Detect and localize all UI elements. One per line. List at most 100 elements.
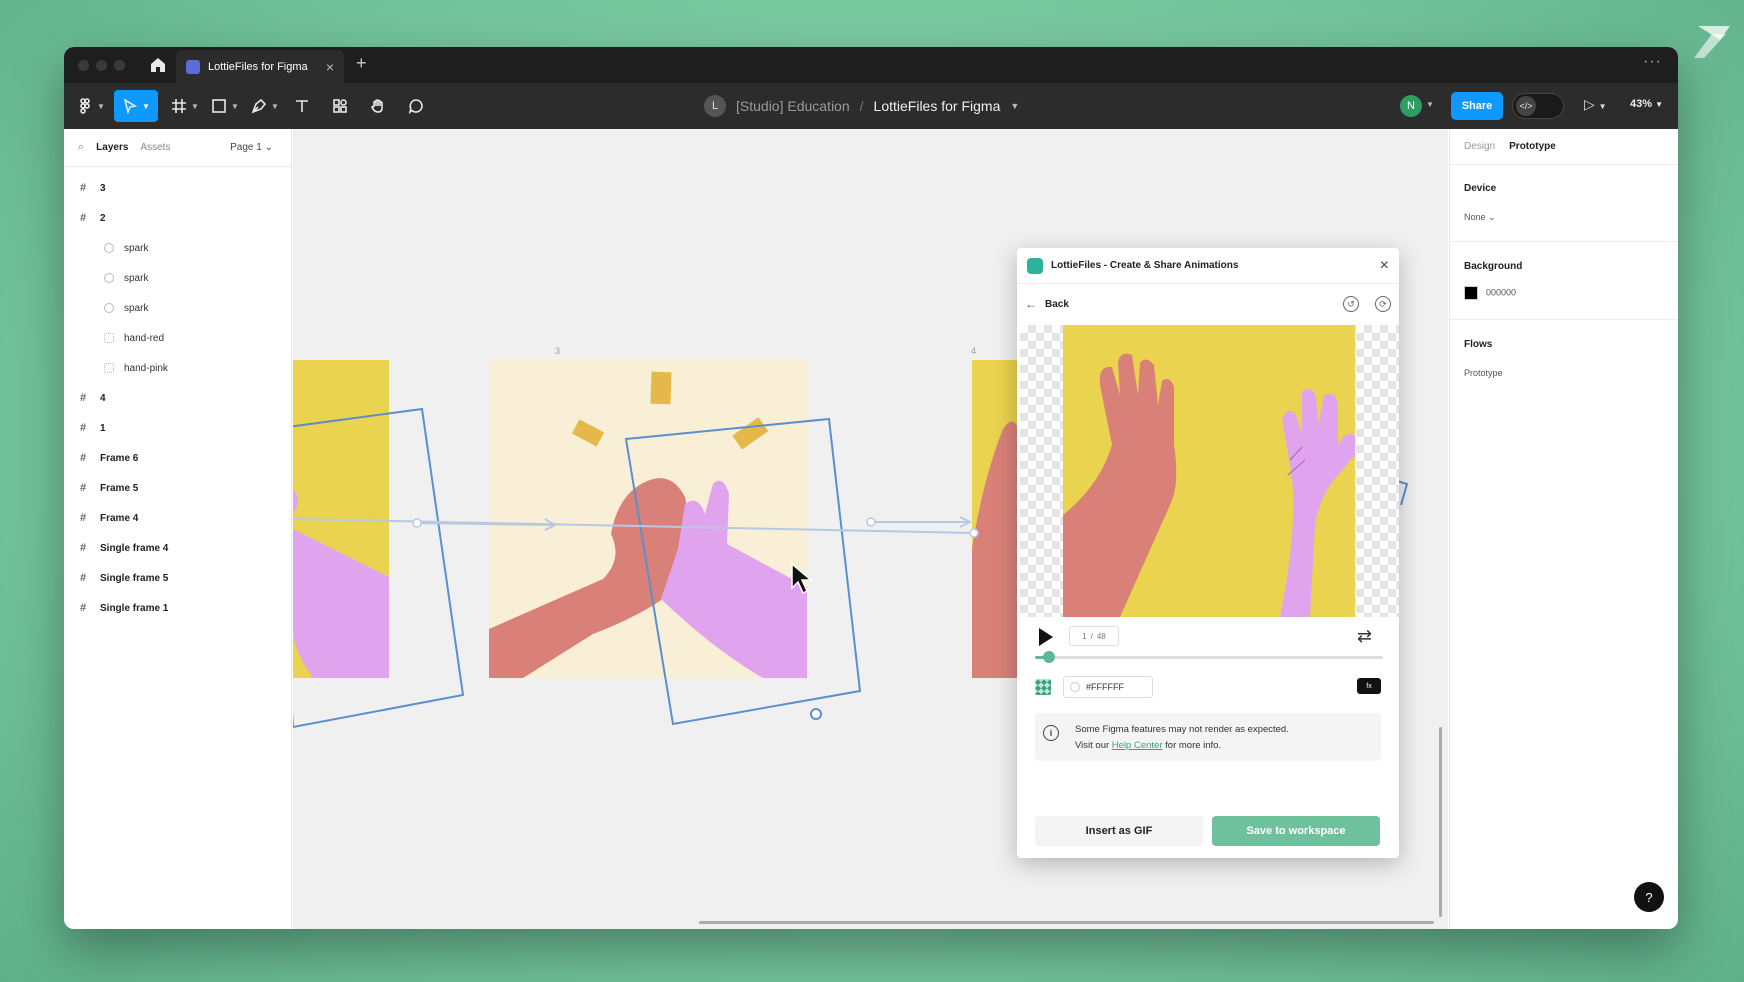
share-button[interactable]: Share [1451, 92, 1503, 120]
chevron-down-icon[interactable]: ▼ [1426, 100, 1434, 109]
breadcrumb: L [Studio] Education / LottieFiles for F… [704, 83, 1019, 129]
layer-label: spark [124, 272, 149, 284]
resources-tool-button[interactable] [328, 90, 352, 122]
connection-node[interactable] [969, 528, 979, 538]
color-dot [1070, 682, 1080, 692]
vector-layer-icon [104, 303, 114, 313]
zoom-value: 43% [1630, 98, 1653, 110]
color-swatch[interactable] [1464, 286, 1478, 300]
layer-row[interactable]: # Frame 4 [64, 503, 292, 533]
vertical-scrollbar[interactable] [1439, 727, 1442, 917]
code-icon: </> [1516, 96, 1536, 116]
frame-counter[interactable]: 1 / 48 [1069, 626, 1119, 646]
maximize-window-button[interactable] [114, 60, 125, 71]
layer-row[interactable]: hand-pink [64, 353, 292, 383]
background-color-input[interactable]: #FFFFFF [1063, 676, 1153, 698]
effects-button[interactable]: fx [1357, 678, 1381, 694]
loop-icon[interactable]: ⇄ [1357, 626, 1372, 647]
layer-row[interactable]: # Single frame 4 [64, 533, 292, 563]
history-icon[interactable]: ↺ [1343, 296, 1359, 312]
chevron-down-icon[interactable]: ▼ [1010, 101, 1019, 111]
shape-tool-button[interactable]: ▼ [208, 90, 242, 122]
layers-panel-header: ⌕ Layers Assets Page 1 ⌄ [64, 129, 291, 167]
insert-as-gif-button[interactable]: Insert as GIF [1035, 816, 1203, 846]
help-button[interactable]: ? [1634, 882, 1664, 912]
timeline-slider-handle[interactable] [1042, 651, 1055, 663]
tab-prototype[interactable]: Prototype [1509, 141, 1556, 152]
timeline-slider-track[interactable] [1035, 656, 1383, 659]
cursor-arrow-icon [123, 98, 138, 114]
text-tool-button[interactable] [290, 90, 314, 122]
layer-row[interactable]: #1 [64, 413, 292, 443]
layer-row[interactable]: hand-red [64, 323, 292, 353]
horizontal-scrollbar[interactable] [699, 921, 1434, 924]
frame-icon: # [80, 212, 87, 224]
team-avatar: L [704, 95, 726, 117]
rotation-handle[interactable] [810, 708, 822, 720]
connection-node[interactable] [412, 518, 422, 528]
main-menu-button[interactable]: ▼ [74, 90, 108, 122]
frame-4-partial[interactable] [972, 360, 1018, 678]
pen-tool-button[interactable]: ▼ [248, 90, 282, 122]
frame-icon: # [80, 452, 87, 464]
minimize-window-button[interactable] [96, 60, 107, 71]
background-hex[interactable]: 000000 [1486, 287, 1516, 297]
layer-row[interactable]: spark [64, 233, 292, 263]
page-selector[interactable]: Page 1 ⌄ [230, 142, 273, 153]
layers-panel: ⌕ Layers Assets Page 1 ⌄ #3 #2 spark spark s… [64, 129, 292, 929]
frame-current[interactable]: 1 [1082, 632, 1086, 641]
user-avatar[interactable]: N [1400, 95, 1422, 117]
layer-row[interactable]: # Single frame 1 [64, 593, 292, 623]
layer-row[interactable]: # Frame 5 [64, 473, 292, 503]
help-center-link[interactable]: Help Center [1112, 740, 1163, 751]
transparent-bg-toggle-icon[interactable] [1035, 679, 1051, 695]
tab-assets[interactable]: Assets [140, 142, 170, 153]
play-icon[interactable] [1039, 628, 1053, 646]
flow-item[interactable]: Prototype [1464, 368, 1503, 378]
back-arrow-icon[interactable]: ← [1025, 297, 1037, 311]
layer-row[interactable]: # Single frame 5 [64, 563, 292, 593]
layer-row[interactable]: # Frame 6 [64, 443, 292, 473]
frame-separator: / [1090, 631, 1093, 641]
comment-tool-button[interactable] [404, 90, 428, 122]
flows-section: Flows Prototype [1464, 339, 1503, 378]
hand-tool-button[interactable] [366, 90, 390, 122]
layer-row[interactable]: spark [64, 293, 292, 323]
present-play-icon[interactable]: ▷ ▼ [1584, 96, 1607, 113]
main-toolbar: ▼ ▼ ▼ ▼ ▼ L [Studio] Education / LottieF… [64, 83, 1678, 129]
frame-tool-button[interactable]: ▼ [168, 90, 202, 122]
back-button[interactable]: Back [1045, 299, 1327, 310]
connection-node[interactable] [866, 517, 876, 527]
move-tool-button[interactable]: ▼ [114, 90, 158, 122]
components-icon [333, 99, 347, 113]
more-options-icon[interactable]: ··· [1643, 53, 1662, 71]
frame-label[interactable]: 4 [971, 346, 976, 356]
home-icon[interactable] [148, 55, 168, 75]
close-window-button[interactable] [78, 60, 89, 71]
close-icon[interactable]: × [1380, 257, 1389, 275]
file-tab[interactable]: LottieFiles for Figma × [176, 50, 344, 83]
dev-mode-toggle[interactable]: </> [1512, 93, 1564, 119]
breadcrumb-file-name[interactable]: LottieFiles for Figma [874, 98, 1001, 114]
background-color-field[interactable]: 000000 [1464, 286, 1522, 300]
breadcrumb-team[interactable]: [Studio] Education [736, 98, 850, 114]
layer-row[interactable]: spark [64, 263, 292, 293]
search-icon[interactable]: ⌕ [78, 141, 84, 154]
tab-design[interactable]: Design [1464, 141, 1495, 152]
layer-label: Frame 4 [100, 512, 139, 524]
tab-layers[interactable]: Layers [96, 142, 128, 153]
zoom-level[interactable]: 43% ▼ [1630, 98, 1663, 110]
save-to-workspace-button[interactable]: Save to workspace [1212, 816, 1380, 846]
device-select[interactable]: None ⌄ [1464, 212, 1496, 223]
frame-label[interactable]: 3 [555, 346, 560, 356]
layer-row[interactable]: #2 [64, 203, 292, 233]
new-tab-button[interactable]: + [356, 53, 367, 74]
close-tab-icon[interactable]: × [326, 59, 334, 75]
notice-text: Some Figma features may not render as ex… [1075, 722, 1375, 754]
plugin-subheader: ← Back ↺ ⟳ [1017, 284, 1399, 324]
frame-3-artwork[interactable] [489, 360, 807, 678]
layer-row[interactable]: #4 [64, 383, 292, 413]
refresh-icon[interactable]: ⟳ [1375, 296, 1391, 312]
layer-label: hand-pink [124, 362, 168, 374]
layer-row[interactable]: #3 [64, 173, 292, 203]
